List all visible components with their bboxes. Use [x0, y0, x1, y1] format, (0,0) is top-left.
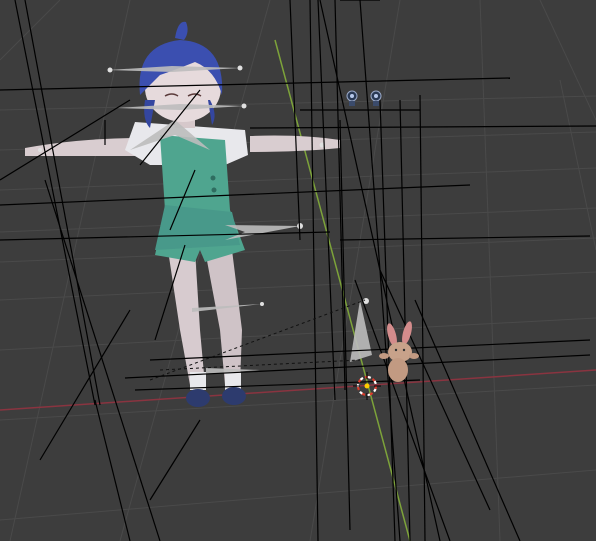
light-icon[interactable] — [346, 90, 382, 106]
viewport-canvas[interactable] — [0, 0, 596, 541]
armature-lines — [0, 0, 596, 541]
floor-grid — [0, 0, 596, 541]
right-shoe — [222, 387, 246, 405]
3d-viewport[interactable] — [0, 0, 596, 541]
3d-cursor-icon[interactable] — [353, 372, 381, 400]
left-shoe — [186, 389, 210, 407]
